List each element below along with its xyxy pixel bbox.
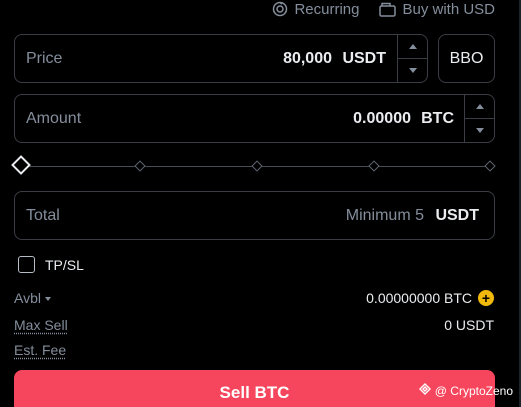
price-unit: USDT	[342, 49, 386, 67]
tpsl-toggle[interactable]: TP/SL	[18, 256, 84, 273]
bbo-button[interactable]: BBO	[438, 34, 495, 83]
total-label: Total	[26, 206, 60, 224]
price-increment-button[interactable]	[398, 35, 427, 59]
price-input[interactable]: Price 80,000 USDT	[14, 34, 428, 83]
recurring-icon	[272, 1, 288, 17]
slider-mark-100[interactable]	[484, 160, 496, 172]
watermark: @ CryptoZeno	[418, 383, 513, 398]
avbl-dropdown[interactable]: Avbl	[14, 290, 51, 306]
slider-mark-25[interactable]	[134, 160, 146, 172]
amount-input[interactable]: Amount 0.00000 BTC	[14, 94, 495, 143]
add-funds-icon[interactable]: +	[478, 290, 494, 306]
watermark-text: @ CryptoZeno	[434, 383, 513, 398]
avbl-row: Avbl 0.00000000 BTC +	[14, 290, 494, 306]
amount-increment-button[interactable]	[465, 95, 494, 119]
caret-down-icon	[44, 297, 51, 302]
trade-panel: Recurring Buy with USD Price 80,000 USDT…	[0, 0, 521, 407]
avbl-value-group: 0.00000000 BTC +	[366, 290, 494, 306]
price-value[interactable]: 80,000	[283, 50, 332, 68]
top-links: Recurring Buy with USD	[272, 0, 495, 18]
watermark-logo-icon	[418, 383, 431, 398]
slider-handle[interactable]	[11, 155, 31, 175]
chevron-up-icon	[475, 103, 484, 109]
tpsl-checkbox[interactable]	[18, 256, 35, 273]
wallet-icon	[379, 2, 397, 17]
amount-unit: BTC	[421, 109, 454, 127]
price-stepper	[397, 35, 427, 82]
chevron-down-icon	[475, 127, 484, 133]
avbl-label: Avbl	[14, 290, 41, 306]
buy-with-usd-label: Buy with USD	[402, 0, 495, 18]
recurring-label: Recurring	[294, 0, 360, 18]
slider-mark-75[interactable]	[368, 160, 380, 172]
total-unit: USDT	[435, 206, 479, 224]
price-decrement-button[interactable]	[398, 59, 427, 83]
recurring-link[interactable]: Recurring	[272, 1, 359, 18]
max-sell-label[interactable]: Max Sell	[14, 317, 68, 333]
slider-mark-50[interactable]	[251, 160, 263, 172]
est-fee-label[interactable]: Est. Fee	[14, 342, 66, 358]
price-label: Price	[26, 49, 63, 67]
buy-with-usd-link[interactable]: Buy with USD	[379, 1, 495, 18]
amount-stepper	[464, 95, 494, 142]
total-input[interactable]: Total Minimum 5 USDT	[14, 191, 495, 240]
total-placeholder: Minimum 5	[345, 206, 424, 224]
amount-slider[interactable]	[11, 155, 498, 176]
amount-decrement-button[interactable]	[465, 119, 494, 143]
amount-label: Amount	[26, 109, 82, 127]
est-fee-row: Est. Fee	[14, 342, 494, 358]
max-sell-value: 0 USDT	[444, 317, 494, 333]
tpsl-label: TP/SL	[45, 256, 84, 273]
chevron-down-icon	[408, 67, 417, 73]
avbl-value: 0.00000000 BTC	[366, 290, 472, 306]
max-sell-row: Max Sell 0 USDT	[14, 317, 494, 333]
amount-value[interactable]: 0.00000	[353, 110, 411, 128]
chevron-up-icon	[408, 43, 417, 49]
